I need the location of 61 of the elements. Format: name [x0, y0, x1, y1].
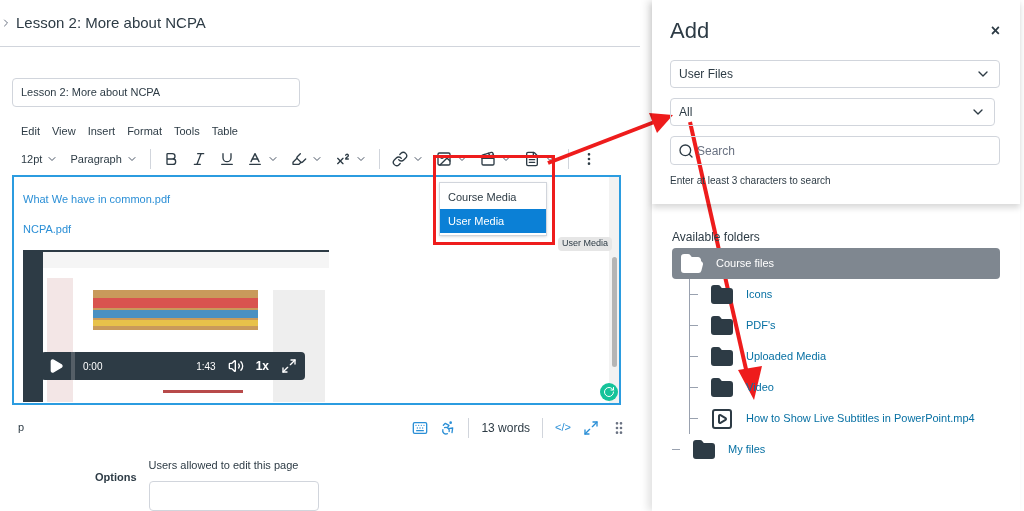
element-path: p [18, 420, 25, 436]
panel-title: Add [670, 17, 710, 45]
menu-item[interactable]: View [51, 122, 76, 140]
volume-icon[interactable] [227, 358, 244, 375]
text-color-icon[interactable] [246, 151, 263, 168]
folder-label: PDF's [746, 318, 776, 334]
play-icon[interactable] [48, 358, 64, 375]
underline-icon[interactable] [218, 151, 235, 168]
current-time: 0:00 [83, 359, 103, 374]
keyboard-icon[interactable] [412, 419, 429, 436]
document-icon[interactable] [523, 151, 540, 168]
fullscreen-icon[interactable] [281, 358, 297, 375]
folder-row[interactable]: Uploaded Media [690, 341, 1000, 372]
link-icon[interactable] [391, 151, 408, 168]
word-count: 13 words [481, 419, 531, 437]
folder-label: Uploaded Media [746, 349, 827, 365]
options-label: Options [95, 469, 137, 485]
folder-label: Icons [746, 287, 773, 303]
scrollbar-thumb[interactable] [611, 257, 617, 368]
menu-item[interactable]: Format [127, 122, 162, 140]
folder-label: My files [728, 442, 766, 458]
page-title: Lesson 2: More about NCPA [16, 12, 206, 33]
folder-icon [680, 251, 704, 276]
font-size-dropdown[interactable]: 12pt [21, 151, 59, 168]
folder-icon [710, 313, 734, 338]
folder-label: How to Show Live Subtitles in PowerPoint.mp4 [746, 411, 975, 427]
tooltip: User Media [558, 237, 612, 251]
menu-option[interactable]: Course Media [440, 185, 546, 209]
menu-item[interactable]: Table [211, 122, 238, 140]
block-format-dropdown[interactable]: Paragraph [70, 151, 138, 168]
close-button[interactable]: × [990, 18, 1000, 43]
grammar-check-icon[interactable] [600, 382, 618, 401]
media-icon[interactable] [479, 151, 496, 168]
file-link[interactable]: NCPA.pdf [23, 220, 72, 238]
menu-item[interactable]: Edit [21, 122, 40, 140]
field-label: Users allowed to edit this page [148, 457, 300, 473]
folder-icon [710, 282, 734, 307]
folder-icon [710, 344, 734, 369]
folder-row[interactable]: Course files [672, 248, 1000, 279]
folder-row[interactable]: PDF's [690, 310, 1000, 341]
title-field[interactable]: Lesson 2: More about NCPA [12, 77, 300, 107]
menu-item[interactable]: Insert [87, 122, 116, 140]
menu-item[interactable]: Tools [174, 122, 200, 140]
highlighter-icon[interactable] [290, 151, 307, 168]
folder-row[interactable]: Icons [690, 279, 1000, 310]
folder-row[interactable]: How to Show Live Subtitles in PowerPoint.mp4 [690, 403, 1000, 434]
html-editor-toggle[interactable]: </> [555, 419, 571, 436]
image-icon[interactable] [435, 151, 452, 168]
file-link[interactable]: What We have in common.pdf [23, 191, 171, 208]
speed-button[interactable]: 1x [255, 357, 269, 376]
menu-option[interactable]: User Media [440, 209, 546, 233]
duration: 1:43 [196, 359, 216, 374]
folder-label: Course files [716, 256, 775, 272]
folder-icon [710, 375, 734, 400]
source-select[interactable]: User Files [670, 60, 1000, 88]
filter-select[interactable]: All [670, 98, 995, 126]
folder-row[interactable]: My files [672, 434, 1000, 465]
search-field[interactable]: Search [670, 136, 1000, 165]
search-icon [678, 143, 694, 159]
video-file-icon [710, 406, 734, 431]
folder-icon [692, 437, 716, 462]
